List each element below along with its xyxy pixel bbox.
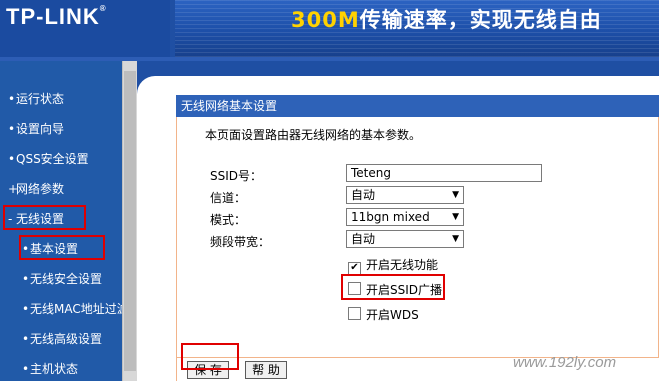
bandwidth-label: 频段带宽：: [210, 235, 271, 249]
mode-label: 模式：: [210, 213, 247, 227]
highlight-basic-settings: [19, 235, 105, 260]
sidebar-item-status[interactable]: •运行状态: [8, 89, 64, 109]
sidebar-item-wizard[interactable]: •设置向导: [8, 119, 64, 139]
sidebar-item-mac-filter[interactable]: •无线MAC地址过滤: [22, 299, 129, 319]
highlight-ssid-broadcast: [341, 274, 445, 300]
scrollbar-thumb[interactable]: [124, 71, 136, 371]
sidebar-item-network[interactable]: +网络参数: [8, 179, 64, 199]
highlight-save-button: [181, 343, 239, 370]
bullet-icon: •: [8, 152, 16, 166]
bullet-icon: •: [22, 302, 30, 316]
mode-select[interactable]: 11bgn mixed ▼: [346, 208, 464, 226]
bullet-icon: •: [8, 92, 16, 106]
bullet-icon: •: [8, 122, 16, 136]
intro-text: 本页面设置路由器无线网络的基本参数。: [205, 128, 422, 142]
expand-icon: +: [8, 182, 19, 196]
sidebar-item-wireless-advanced[interactable]: •无线高级设置: [22, 329, 102, 349]
chevron-down-icon: ▼: [452, 234, 459, 244]
highlight-wireless-settings: [3, 205, 86, 230]
header: TP-LINK® 300M传输速率，实现无线自由: [0, 0, 659, 57]
channel-select[interactable]: 自动 ▼: [346, 186, 464, 204]
wireless-basic-settings-panel: 无线网络基本设置 本页面设置路由器无线网络的基本参数。 SSID号： Teten…: [176, 95, 659, 381]
watermark: www.192ly.com: [513, 354, 617, 371]
sidebar-item-qss[interactable]: •QSS安全设置: [8, 149, 89, 169]
bullet-icon: •: [22, 362, 30, 376]
enable-wds-option[interactable]: 开启WDS: [348, 306, 419, 323]
sidebar-scrollbar[interactable]: [122, 61, 137, 381]
chevron-down-icon: ▼: [452, 212, 459, 222]
enable-wireless-option[interactable]: ✔ 开启无线功能: [348, 256, 438, 275]
panel-body: 本页面设置路由器无线网络的基本参数。 SSID号： Teteng 信道： 自动 ▼…: [176, 117, 659, 357]
bullet-icon: •: [22, 332, 30, 346]
bandwidth-select[interactable]: 自动 ▼: [346, 230, 464, 248]
ssid-label: SSID号：: [210, 169, 263, 183]
help-button[interactable]: 帮 助: [245, 361, 287, 379]
check-icon: ✔: [350, 262, 359, 273]
channel-label: 信道：: [210, 191, 247, 205]
tp-link-logo: TP-LINK®: [6, 4, 107, 29]
logo-box: TP-LINK®: [0, 0, 170, 57]
enable-wds-checkbox[interactable]: [348, 307, 361, 320]
sidebar-item-host-status[interactable]: •主机状态: [22, 359, 78, 379]
banner-slogan: 300M传输速率，实现无线自由: [291, 8, 602, 32]
banner: 300M传输速率，实现无线自由: [175, 0, 659, 57]
ssid-input[interactable]: Teteng: [346, 164, 542, 182]
chevron-down-icon: ▼: [452, 190, 459, 200]
bullet-icon: •: [22, 272, 30, 286]
sidebar-item-wireless-security[interactable]: •无线安全设置: [22, 269, 102, 289]
panel-title: 无线网络基本设置: [176, 95, 659, 117]
